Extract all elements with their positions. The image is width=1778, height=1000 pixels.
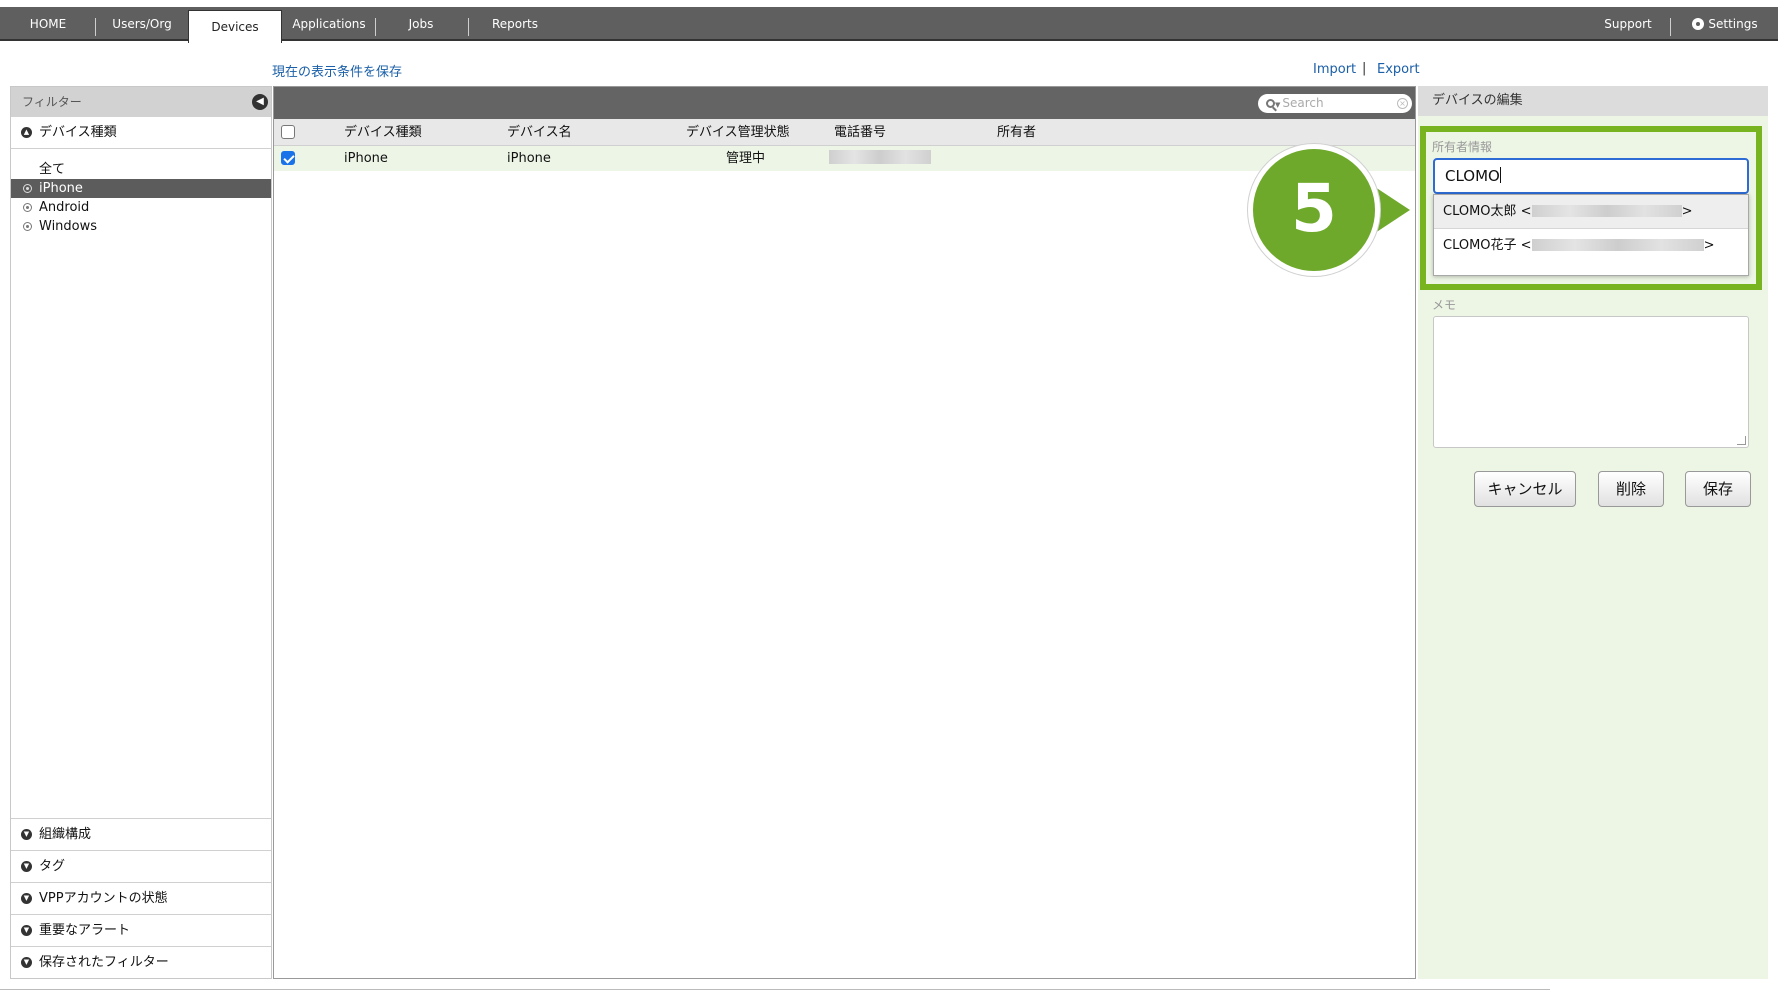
- filter-bottom-sections: ▼ 組織構成 ▼ タグ ▼ VPPアカウントの状態 ▼ 重要なアラート ▼ 保存されたフィ…: [11, 818, 271, 978]
- owner-input[interactable]: CLOMO: [1433, 158, 1749, 194]
- section-label: 組織構成: [39, 827, 92, 842]
- edit-panel-title: デバイスの編集: [1418, 86, 1768, 116]
- text-cursor: [1499, 167, 1501, 183]
- collapse-icon[interactable]: ◀: [252, 94, 268, 110]
- owner-suggestions-dropdown: CLOMO太郎 < > CLOMO花子 < >: [1433, 194, 1749, 276]
- tab-separator: [468, 18, 469, 36]
- cancel-button[interactable]: キャンセル: [1474, 471, 1576, 507]
- device-table-panel: ▼ Search × デバイス種類 デバイス名 デバイス管理状態 電話番号 所有者…: [273, 86, 1416, 979]
- chevron-down-icon: ▼: [21, 829, 32, 840]
- search-icon: [1266, 99, 1275, 108]
- suggestion-item[interactable]: CLOMO太郎 < >: [1434, 195, 1748, 229]
- table-header: デバイス種類 デバイス名 デバイス管理状態 電話番号 所有者: [274, 119, 1415, 146]
- tab-jobs[interactable]: Jobs: [389, 7, 453, 41]
- filter-item-all[interactable]: 全て: [11, 160, 271, 179]
- filter-item-android[interactable]: Android: [11, 198, 271, 217]
- tab-home[interactable]: HOME: [14, 7, 82, 41]
- column-header-device-name[interactable]: デバイス名: [507, 119, 572, 146]
- suggestion-item[interactable]: CLOMO花子 < >: [1434, 229, 1748, 263]
- radio-icon: [23, 184, 32, 193]
- suggestion-name: CLOMO太郎 <: [1443, 204, 1532, 219]
- tab-reports[interactable]: Reports: [480, 7, 550, 41]
- cell-device-name: iPhone: [507, 151, 551, 166]
- tab-users-org[interactable]: Users/Org: [101, 7, 183, 41]
- tab-applications[interactable]: Applications: [290, 7, 368, 41]
- import-link[interactable]: Import: [1313, 62, 1356, 77]
- filter-section-vpp[interactable]: ▼ VPPアカウントの状態: [11, 882, 271, 914]
- filter-item-windows[interactable]: Windows: [11, 217, 271, 236]
- search-input[interactable]: ▼ Search ×: [1258, 94, 1412, 113]
- export-link[interactable]: Export: [1377, 62, 1420, 77]
- section-label: VPPアカウントの状態: [39, 891, 168, 906]
- radio-icon: [23, 203, 32, 212]
- filter-title: フィルター: [22, 95, 82, 109]
- filter-item-label: Android: [39, 200, 90, 215]
- column-header-device-type[interactable]: デバイス種類: [344, 119, 422, 146]
- owner-input-value: CLOMO: [1445, 167, 1500, 185]
- filter-section-org[interactable]: ▼ 組織構成: [11, 818, 271, 850]
- memo-textarea[interactable]: [1433, 316, 1749, 448]
- filter-item-label: iPhone: [39, 181, 83, 196]
- filter-section-alerts[interactable]: ▼ 重要なアラート: [11, 914, 271, 946]
- filter-section-saved[interactable]: ▼ 保存されたフィルター: [11, 946, 271, 978]
- gear-icon: [1692, 18, 1705, 30]
- save-button[interactable]: 保存: [1685, 471, 1751, 507]
- tab-separator: [95, 18, 96, 36]
- clear-icon[interactable]: ×: [1397, 98, 1408, 109]
- section-label: 重要なアラート: [39, 923, 131, 938]
- device-edit-panel: デバイスの編集 所有者情報 CLOMO CLOMO太郎 < > CLOMO花子 <…: [1418, 86, 1768, 979]
- support-link[interactable]: Support: [1594, 7, 1662, 41]
- phone-redacted-mask: [829, 150, 931, 164]
- memo-label: メモ: [1432, 298, 1457, 312]
- suggestion-suffix: >: [1681, 204, 1693, 219]
- delete-button[interactable]: 削除: [1598, 471, 1664, 507]
- settings-link[interactable]: Settings: [1680, 7, 1770, 41]
- chevron-down-icon: ▼: [21, 957, 32, 968]
- owner-label: 所有者情報: [1432, 140, 1493, 154]
- section-label: デバイス種類: [39, 125, 117, 140]
- section-label: タグ: [39, 859, 66, 874]
- select-all-checkbox[interactable]: [281, 125, 295, 139]
- email-redacted-mask: [1531, 205, 1682, 217]
- email-redacted-mask: [1531, 239, 1704, 251]
- radio-icon: [23, 222, 32, 231]
- caret-down-icon: ▼: [1275, 101, 1281, 109]
- step-marker-badge: 5: [1248, 144, 1380, 276]
- column-header-status[interactable]: デバイス管理状態: [686, 119, 790, 146]
- chevron-down-icon: ▼: [21, 861, 32, 872]
- filter-section-tag[interactable]: ▼ タグ: [11, 850, 271, 882]
- chevron-down-icon: ▼: [21, 925, 32, 936]
- column-header-phone[interactable]: 電話番号: [834, 119, 886, 146]
- tab-separator: [1670, 18, 1671, 36]
- cell-status: 管理中: [726, 151, 766, 166]
- filter-item-label: Windows: [39, 219, 98, 234]
- page-bottom-divider: [0, 989, 1550, 990]
- table-row[interactable]: iPhone iPhone 管理中: [274, 146, 1415, 171]
- settings-label: Settings: [1708, 17, 1758, 31]
- search-placeholder: Search: [1282, 96, 1324, 110]
- filter-panel: フィルター ◀ ▲ デバイス種類 全て iPhone Android Windo…: [10, 86, 272, 979]
- top-nav-bar: HOME Users/Org Devices Applications Jobs…: [0, 7, 1778, 43]
- section-label: 保存されたフィルター: [39, 955, 169, 970]
- link-separator: |: [1362, 61, 1367, 76]
- filter-item-label: 全て: [39, 162, 66, 177]
- cell-device-type: iPhone: [344, 151, 388, 166]
- suggestion-name: CLOMO花子 <: [1443, 238, 1532, 253]
- tab-separator: [375, 18, 376, 36]
- table-toolbar: ▼ Search ×: [274, 87, 1415, 119]
- column-header-owner[interactable]: 所有者: [997, 119, 1036, 146]
- suggestion-suffix: >: [1703, 238, 1715, 253]
- chevron-up-icon: ▲: [21, 127, 32, 138]
- filter-section-device-type[interactable]: ▲ デバイス種類: [11, 117, 271, 149]
- filter-header: フィルター ◀: [11, 87, 271, 117]
- filter-item-iphone[interactable]: iPhone: [11, 179, 271, 198]
- save-view-link[interactable]: 現在の表示条件を保存: [272, 61, 402, 80]
- tab-devices[interactable]: Devices: [188, 10, 282, 43]
- row-checkbox[interactable]: [281, 151, 295, 165]
- chevron-down-icon: ▼: [21, 893, 32, 904]
